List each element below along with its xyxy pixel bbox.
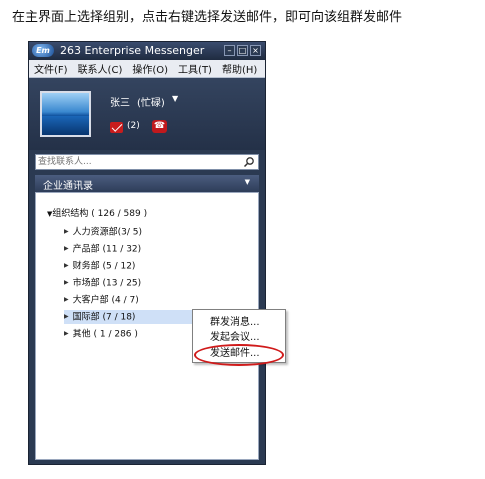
tree-item-label: 产品部 (11 / 32)	[72, 244, 142, 255]
tree-item-label: 大客户部 (4 / 7)	[72, 295, 139, 306]
tree-item-finance[interactable]: ▶ 财务部 (5 / 12)	[64, 259, 135, 273]
menu-actions[interactable]: 操作(O)	[127, 61, 173, 76]
tree-item-international[interactable]: ▶ 国际部 (7 / 18)	[64, 310, 194, 324]
app-logo: Em	[32, 44, 54, 57]
expand-arrow-icon[interactable]: ▶	[64, 296, 69, 303]
instruction-caption: 在主界面上选择组别，点击右键选择发送邮件，即可向该组群发邮件	[12, 10, 403, 25]
phone-icon[interactable]: ☎	[152, 120, 167, 133]
tree-item-label: 财务部 (5 / 12)	[72, 261, 136, 272]
expand-arrow-icon[interactable]: ▶	[64, 262, 69, 269]
tree-root-label: 组织结构 ( 126 / 589 )	[52, 209, 148, 219]
expand-arrow-icon[interactable]: ▶	[64, 228, 69, 235]
chevron-down-icon[interactable]: ▼	[245, 178, 250, 186]
title-bar[interactable]: Em 263 Enterprise Messenger – □ ×	[29, 42, 265, 60]
menu-bar: 文件(F) 联系人(C) 操作(O) 工具(T) 帮助(H)	[29, 60, 265, 78]
highlight-ellipse	[194, 344, 284, 366]
tree-item-label: 国际部 (7 / 18)	[72, 312, 136, 323]
profile-area: 张三 (忙碌) ▼ (2) ☎	[29, 78, 265, 150]
menu-item-group-message[interactable]: 群发消息...	[210, 313, 260, 328]
tree-item-key-accounts[interactable]: ▶ 大客户部 (4 / 7)	[64, 293, 139, 307]
tree-root[interactable]: ▼组织结构 ( 126 / 589 )	[47, 206, 147, 219]
status-selector[interactable]: (忙碌)	[137, 94, 165, 109]
expand-arrow-icon[interactable]: ▶	[64, 245, 69, 252]
window-controls: – □ ×	[224, 45, 261, 56]
menu-item-start-meeting[interactable]: 发起会议...	[210, 328, 260, 343]
mail-count: (2)	[127, 121, 140, 131]
avatar[interactable]	[40, 91, 91, 137]
search-input[interactable]	[38, 156, 238, 168]
user-name: 张三	[110, 98, 130, 109]
menu-contacts[interactable]: 联系人(C)	[73, 61, 128, 76]
window-title: 263 Enterprise Messenger	[60, 44, 205, 57]
search-icon[interactable]	[243, 156, 255, 168]
expand-arrow-icon[interactable]: ▶	[64, 279, 69, 286]
chevron-down-icon[interactable]: ▼	[172, 94, 178, 103]
maximize-button[interactable]: □	[237, 45, 248, 56]
close-button[interactable]: ×	[250, 45, 261, 56]
messenger-window: Em 263 Enterprise Messenger – □ × 文件(F) …	[28, 41, 266, 465]
menu-file[interactable]: 文件(F)	[29, 61, 73, 76]
tree-item-marketing[interactable]: ▶ 市场部 (13 / 25)	[64, 276, 141, 290]
tree-item-label: 市场部 (13 / 25)	[72, 278, 142, 289]
tree-item-label: 其他 ( 1 / 286 )	[72, 329, 138, 340]
search-box	[35, 154, 259, 170]
directory-header[interactable]: 企业通讯录 ▼	[35, 175, 259, 192]
tree-item-hr[interactable]: ▶ 人力资源部(3/ 5)	[64, 225, 142, 239]
tree-item-other[interactable]: ▶ 其他 ( 1 / 286 )	[64, 327, 138, 341]
directory-title: 企业通讯录	[43, 181, 93, 192]
expand-arrow-icon[interactable]: ▶	[64, 313, 69, 320]
tree-item-product[interactable]: ▶ 产品部 (11 / 32)	[64, 242, 141, 256]
tree-item-label: 人力资源部(3/ 5)	[72, 227, 142, 238]
menu-help[interactable]: 帮助(H)	[217, 61, 262, 76]
minimize-button[interactable]: –	[224, 45, 235, 56]
menu-tools[interactable]: 工具(T)	[173, 61, 217, 76]
expand-arrow-icon[interactable]: ▶	[64, 330, 69, 337]
mail-icon[interactable]	[110, 122, 123, 133]
